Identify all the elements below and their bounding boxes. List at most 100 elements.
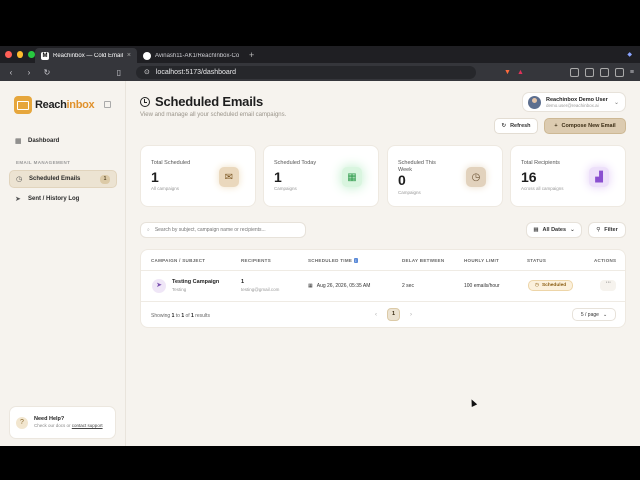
help-box: ? Need Help? Check our docs or contact s…	[9, 406, 116, 439]
user-email: demo.user@reachinbox.ai	[546, 102, 599, 108]
scheduled-time: ▦ Aug 26, 2026, 05:35 AM	[308, 283, 370, 289]
sidebar-icon[interactable]	[584, 67, 594, 77]
refresh-icon: ↻	[501, 123, 507, 129]
screen-bottom-bar	[0, 446, 640, 480]
hourly-limit: 100 emails/hour	[464, 283, 500, 289]
filter-label: Filter	[604, 227, 618, 233]
chevron-left-icon[interactable]: ‹	[370, 309, 382, 321]
campaigns-table: CAMPAIGN / SUBJECT RECIPIENTS SCHEDULED …	[140, 249, 626, 328]
site-info-icon[interactable]: ⊙	[144, 68, 150, 76]
stat-label: Total Recipients	[521, 160, 560, 166]
column-header-scheduled-time[interactable]: SCHEDULED TIME ↕	[308, 258, 359, 263]
github-favicon-icon	[143, 51, 151, 60]
sidebar-item-label: Scheduled Emails	[29, 176, 81, 182]
tab-search-icon[interactable]: ◆	[627, 51, 632, 58]
row-actions-button[interactable]: ···	[600, 279, 616, 291]
pagination-to: 1	[181, 313, 185, 319]
forward-icon[interactable]: ›	[24, 68, 34, 77]
sidebar-item-label: Sent / History Log	[28, 196, 80, 202]
gmail-favicon-icon: M	[41, 51, 49, 60]
search-icon: ⌕	[147, 227, 150, 233]
column-header: STATUS	[527, 258, 547, 263]
contact-support-link[interactable]: contact support	[72, 423, 103, 428]
vpn-icon[interactable]	[614, 67, 624, 77]
mouse-cursor	[468, 398, 478, 407]
section-label: EMAIL MANAGEMENT	[16, 160, 71, 165]
extensions-icon[interactable]	[569, 67, 579, 77]
compose-label: Compose New Email	[561, 123, 616, 129]
back-icon[interactable]: ‹	[6, 68, 16, 77]
filter-button[interactable]: ⚲ Filter	[588, 222, 626, 238]
help-text-static: Check our docs or	[34, 423, 71, 428]
stat-value: 0	[398, 172, 406, 188]
logo-text-inbox: inbox	[66, 99, 95, 111]
stat-label: Scheduled Today	[274, 160, 317, 166]
page-subtitle: View and manage all your scheduled email…	[140, 112, 287, 118]
url-text: localhost:5173/dashboard	[155, 68, 237, 76]
close-window-icon[interactable]	[5, 51, 12, 58]
sort-icon: ↕	[353, 258, 359, 263]
column-header: CAMPAIGN / SUBJECT	[151, 258, 206, 263]
scheduled-count-badge: 1	[100, 174, 110, 184]
stat-value: 16	[521, 169, 537, 185]
tab-title: Reachinbox — Cold Email Job	[53, 52, 123, 59]
refresh-button[interactable]: ↻ Refresh	[494, 118, 538, 134]
clock-icon: ◷	[16, 175, 23, 183]
minimize-window-icon[interactable]	[16, 51, 24, 58]
table-row[interactable]: ➤ Testing Campaign Testing 1 testing@gma…	[141, 271, 625, 302]
stat-card-scheduled-today: Scheduled Today 1 Campaigns ▦	[263, 145, 379, 207]
page-title: Scheduled Emails	[155, 94, 264, 109]
close-tab-icon[interactable]: ×	[127, 52, 131, 59]
clock-icon: ◷	[534, 283, 539, 288]
user-menu[interactable]: Reachinbox Demo User demo.user@reachinbo…	[522, 92, 626, 112]
reload-icon[interactable]: ↻	[42, 68, 52, 77]
search-input[interactable]	[154, 227, 295, 233]
bookmark-icon[interactable]: ▯	[114, 68, 124, 77]
per-page-select[interactable]: 5 / page ⌄	[572, 308, 616, 321]
table-header: CAMPAIGN / SUBJECT RECIPIENTS SCHEDULED …	[141, 250, 625, 271]
clock-icon: ◷	[466, 167, 486, 187]
date-filter-dropdown[interactable]: ▦ All Dates ⌄	[526, 222, 582, 238]
app-window: Reachinbox ▦ Dashboard EMAIL MANAGEMENT …	[0, 81, 640, 446]
pagination-total: 1	[191, 313, 194, 319]
menu-icon[interactable]: ≡	[630, 69, 634, 76]
chevron-right-icon[interactable]: ›	[405, 309, 417, 321]
compose-new-email-button[interactable]: + Compose New Email	[544, 118, 626, 134]
app-logo[interactable]: Reachinbox	[14, 96, 95, 114]
browser-tab-reachinbox[interactable]: M Reachinbox — Cold Email Job ×	[35, 48, 137, 63]
browser-tab-github[interactable]: Avinash11-AK1/ReachInbox-Cold-	[137, 48, 245, 63]
page-button-current[interactable]: 1	[387, 308, 400, 321]
pagination-text: results	[195, 313, 210, 319]
refresh-label: Refresh	[510, 123, 531, 129]
stat-card-scheduled-week: Scheduled This Week 0 Campaigns ◷	[387, 145, 503, 207]
stat-label: Total Scheduled	[151, 160, 191, 166]
status-badge: ◷ Scheduled	[528, 280, 573, 291]
stat-sub: Campaigns	[398, 190, 421, 195]
collapse-sidebar-icon[interactable]	[104, 101, 111, 108]
pagination-from: 1	[171, 313, 175, 319]
sidebar-item-scheduled-emails[interactable]: ◷ Scheduled Emails 1	[9, 170, 117, 188]
wallet-icon[interactable]	[599, 67, 609, 77]
grid-icon: ▦	[15, 137, 22, 145]
brave-rewards-icon[interactable]: ▲	[517, 69, 524, 76]
chevron-down-icon: ⌄	[570, 227, 575, 233]
plus-icon: +	[554, 123, 558, 129]
stat-card-total-recipients: Total Recipients 16 Across all campaigns…	[510, 145, 626, 207]
stat-sub: Across all campaigns	[521, 186, 564, 191]
sidebar-item-sent-history[interactable]: ➤ Sent / History Log	[9, 190, 117, 208]
address-bar[interactable]: ⊙ localhost:5173/dashboard	[136, 65, 477, 79]
pagination: ‹ 1 ›	[370, 308, 417, 321]
column-header: ACTIONS	[594, 258, 617, 263]
sidebar-item-dashboard[interactable]: ▦ Dashboard	[9, 132, 117, 150]
calendar-icon: ▦	[342, 167, 362, 187]
browser-tab-bar: M Reachinbox — Cold Email Job × Avinash1…	[0, 46, 640, 63]
recipient-email: testing@gmail.com	[241, 287, 280, 292]
envelope-icon: ✉	[219, 167, 239, 187]
maximize-window-icon[interactable]	[28, 51, 36, 58]
brave-shield-icon[interactable]: ▼	[504, 69, 511, 76]
search-box[interactable]: ⌕	[140, 222, 306, 238]
pagination-text: Showing	[151, 313, 171, 319]
avatar	[528, 95, 541, 109]
extensions-area: ▼ ▲ ≡	[504, 67, 634, 77]
new-tab-icon[interactable]: +	[249, 50, 254, 60]
